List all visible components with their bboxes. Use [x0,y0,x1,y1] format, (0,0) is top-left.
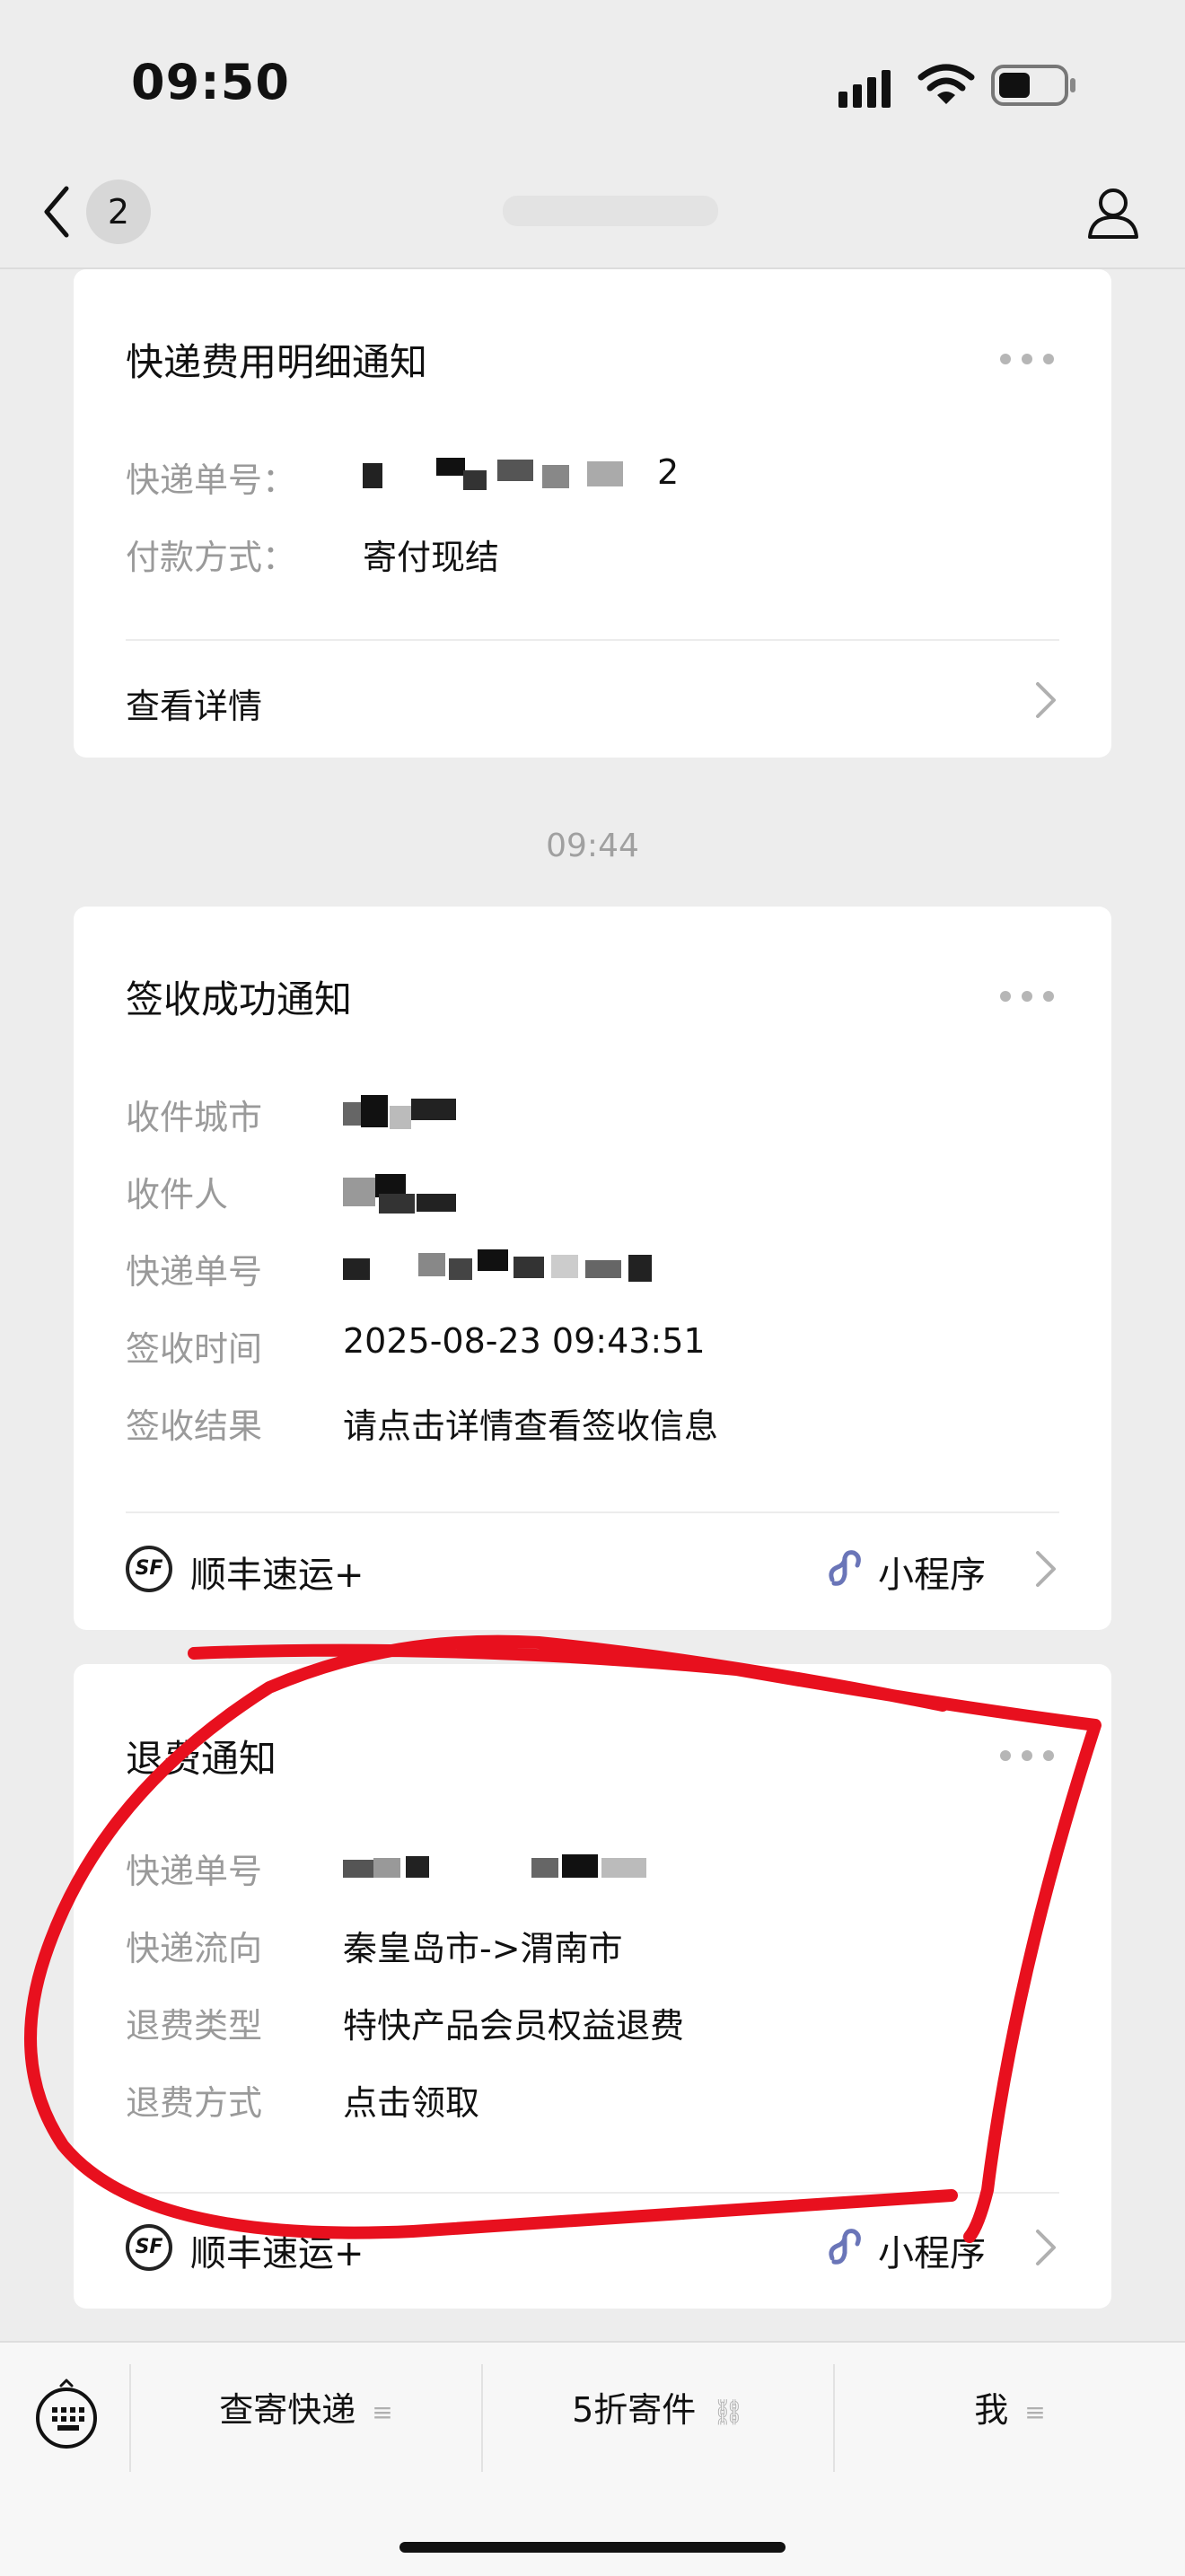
menu-item-label: 查寄快递 [219,2390,356,2430]
link-icon: ⛓ [712,2396,744,2427]
keyboard-toggle-icon[interactable] [32,2377,101,2450]
menu-item-track-express[interactable]: 查寄快递 ≡ [131,2343,481,2477]
menu-item-label: 我 [974,2390,1009,2430]
menu-item-half-price-send[interactable]: 5折寄件 ⛓ [483,2343,833,2477]
list-icon: ≡ [372,2396,393,2427]
home-indicator [399,2542,786,2553]
list-icon: ≡ [1024,2396,1046,2427]
menu-item-label: 5折寄件 [572,2390,697,2430]
menu-item-me[interactable]: 我 ≡ [835,2343,1185,2477]
bottom-menu: 查寄快递 ≡ 5折寄件 ⛓ 我 ≡ [0,2341,1185,2576]
red-circle-annotation [24,1634,1102,2243]
